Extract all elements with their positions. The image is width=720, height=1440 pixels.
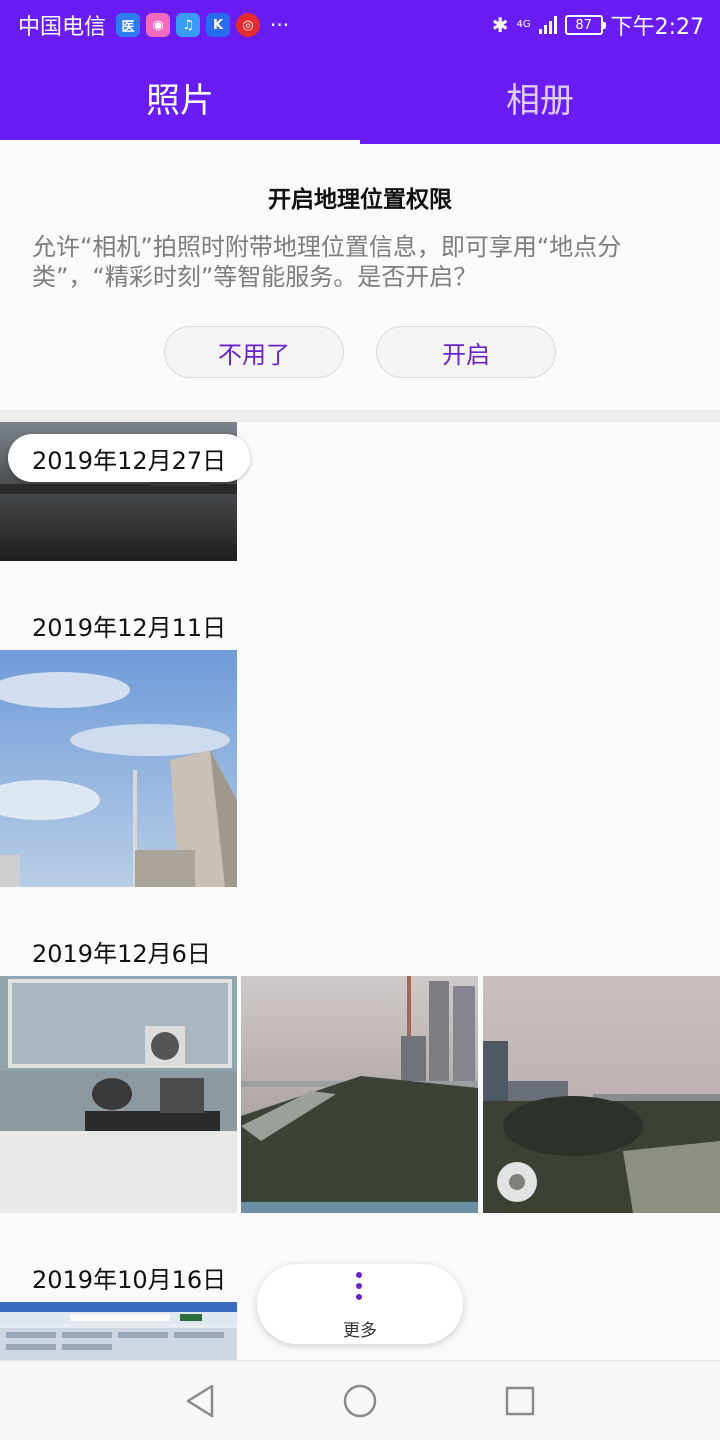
photo-thumbnail[interactable] <box>0 1302 237 1360</box>
date-header: 2019年12月11日 <box>32 614 227 642</box>
enable-location-button[interactable]: 开启 <box>376 326 556 378</box>
location-permission-prompt: 开启地理位置权限 允许“相机”拍照时附带地理位置信息，即可享用“地点分类”，“精… <box>0 144 720 410</box>
more-vertical-icon <box>356 1272 364 1300</box>
photo-thumbnail[interactable] <box>483 976 720 1213</box>
prompt-body: 允许“相机”拍照时附带地理位置信息，即可享用“地点分类”，“精彩时刻”等智能服务… <box>32 233 622 291</box>
status-left: 中国电信 医 ◉ ♫ K ◎ ··· <box>18 10 289 40</box>
back-icon[interactable] <box>180 1381 220 1421</box>
section-divider <box>0 410 720 422</box>
notification-app-icon: ◉ <box>146 13 171 37</box>
music-icon: ♫ <box>176 13 201 37</box>
bluetooth-icon: ✱ <box>491 13 509 37</box>
more-label: 更多 <box>343 1321 377 1341</box>
floating-date-chip: 2019年12月27日 <box>8 434 251 482</box>
notification-app-icon: K <box>206 13 231 37</box>
decline-button[interactable]: 不用了 <box>164 326 344 378</box>
battery-icon: 87 <box>564 15 606 35</box>
date-header: 2019年10月16日 <box>32 1266 227 1294</box>
more-notifications-icon: ··· <box>270 13 290 37</box>
prompt-title: 开启地理位置权限 <box>268 187 452 213</box>
home-icon[interactable] <box>340 1381 380 1421</box>
signal-icon <box>538 16 557 34</box>
tab-albums[interactable]: 相册 <box>360 50 720 144</box>
system-nav-bar <box>0 1360 720 1440</box>
notification-app-icon: 医 <box>116 13 141 37</box>
status-bar: 中国电信 医 ◉ ♫ K ◎ ··· ✱ 4G 87 下午2:27 <box>0 0 720 50</box>
tab-bar: 照片 相册 <box>0 50 720 144</box>
status-right: ✱ 4G 87 下午2:27 <box>492 10 704 40</box>
photo-thumbnail[interactable] <box>241 976 478 1213</box>
battery-level: 87 <box>575 17 592 33</box>
date-header: 2019年12月6日 <box>32 940 211 968</box>
tab-photos[interactable]: 照片 <box>0 50 360 144</box>
network-type: 4G <box>516 19 531 30</box>
carrier-name: 中国电信 <box>18 15 107 40</box>
photo-thumbnail[interactable] <box>0 976 237 1213</box>
recent-apps-icon[interactable] <box>500 1381 540 1421</box>
clock: 下午2:27 <box>610 15 704 40</box>
more-button[interactable]: 更多 <box>257 1264 463 1344</box>
netease-music-icon: ◎ <box>236 13 261 37</box>
photo-thumbnail[interactable] <box>0 650 237 887</box>
